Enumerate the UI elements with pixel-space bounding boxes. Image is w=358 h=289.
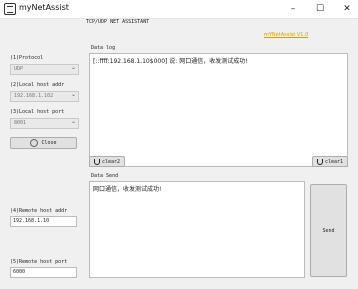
close-button-label: Close bbox=[41, 140, 57, 146]
data-log-text: [::ffff:192.168.1.10$000] 说: 网口通信，收发测试成功… bbox=[93, 58, 248, 65]
app-icon bbox=[4, 3, 16, 15]
send-button[interactable]: Send bbox=[310, 184, 347, 277]
data-log-box[interactable]: [::ffff:192.168.1.10$000] 说: 网口通信，收发测试成功… bbox=[89, 53, 348, 167]
app-header-label: TCP/UDP NET ASSISTANT bbox=[86, 19, 150, 25]
protocol-label: (1)Protocol bbox=[10, 55, 44, 61]
title-bar: myNetAssist – ☐ ✕ bbox=[0, 0, 358, 19]
maximize-button[interactable]: ☐ bbox=[309, 0, 331, 18]
magnet-icon bbox=[93, 158, 100, 165]
brand-link[interactable]: mYNetAssist V1.0 bbox=[264, 32, 308, 38]
clear2-button[interactable]: clear2 bbox=[89, 156, 125, 167]
data-log-label: Data log bbox=[91, 45, 116, 51]
close-connection-button[interactable]: Close bbox=[10, 137, 77, 149]
main-content: TCP/UDP NET ASSISTANT mYNetAssist V1.0 (… bbox=[0, 18, 358, 289]
remote-host-port-label: (5)Remote host port bbox=[10, 259, 68, 265]
remote-host-addr-label: (4)Remote host addr bbox=[10, 208, 68, 214]
local-host-port-field[interactable]: 8001 ⌄ bbox=[10, 118, 79, 129]
local-host-addr-select[interactable]: 192.168.1.102 ⌄ bbox=[10, 91, 79, 102]
minimize-button[interactable]: – bbox=[282, 0, 304, 18]
local-host-port-value: 8001 bbox=[14, 120, 27, 126]
data-send-text: 网口通信，收发测试成功! bbox=[93, 186, 162, 193]
clear2-label: clear2 bbox=[101, 158, 121, 165]
chevron-down-icon: ⌄ bbox=[70, 64, 76, 71]
window-title: myNetAssist bbox=[19, 3, 69, 12]
chevron-down-icon: ⌄ bbox=[70, 118, 76, 125]
protocol-value: UDP bbox=[14, 66, 24, 72]
magnet-icon bbox=[316, 158, 323, 165]
remote-host-port-input[interactable]: 6000 bbox=[10, 267, 77, 278]
close-circle-icon bbox=[30, 139, 39, 147]
chevron-down-icon: ⌄ bbox=[70, 91, 76, 98]
clear1-label: clear1 bbox=[324, 158, 344, 165]
local-host-port-label: (3)Local host port bbox=[10, 109, 65, 115]
clear1-button[interactable]: clear1 bbox=[312, 156, 348, 167]
local-host-addr-label: (2)Local host addr bbox=[10, 82, 65, 88]
local-host-addr-value: 192.168.1.102 bbox=[14, 93, 54, 99]
close-window-button[interactable]: ✕ bbox=[336, 0, 358, 18]
data-send-label: Data Send bbox=[91, 173, 119, 179]
data-send-box[interactable]: 网口通信，收发测试成功! bbox=[89, 181, 305, 278]
send-button-label: Send bbox=[322, 227, 335, 234]
remote-host-addr-input[interactable]: 192.168.1.10 bbox=[10, 216, 77, 227]
protocol-select[interactable]: UDP ⌄ bbox=[10, 64, 79, 75]
